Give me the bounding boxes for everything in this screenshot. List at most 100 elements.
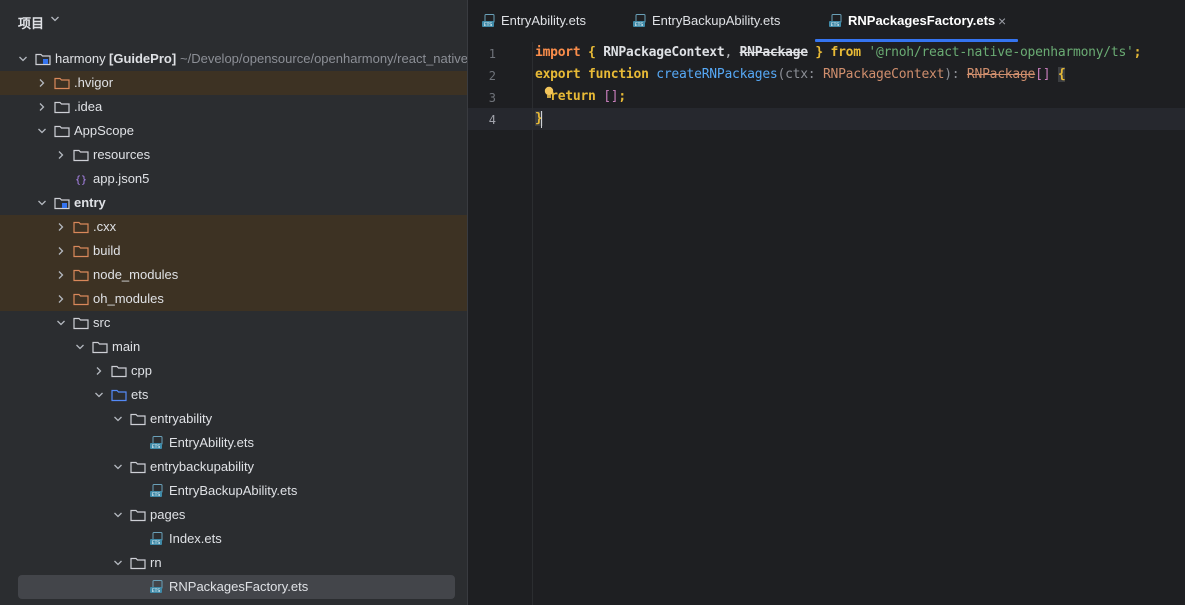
line-number: 2 <box>488 69 496 83</box>
tree-row[interactable]: .cxx <box>0 215 467 239</box>
folder-icon <box>73 149 89 162</box>
ets-file-icon: ETS <box>150 436 163 450</box>
chevron-down-icon[interactable] <box>50 14 60 24</box>
tree-item-label: RNPackagesFactory.ets <box>169 579 309 594</box>
editor: ETS EntryAbility.ets ETS EntryBackupAbil… <box>468 0 1185 605</box>
close-tab-icon[interactable]: × <box>998 0 1006 42</box>
panel-title[interactable]: 项目 <box>18 13 44 32</box>
tree-row[interactable]: harmony [GuidePro] ~/Develop/opensource/op… <box>0 47 467 71</box>
folder-icon <box>130 557 146 570</box>
active-tab-indicator <box>815 39 1018 42</box>
tree-row[interactable]: AppScope <box>0 119 467 143</box>
ets-file-icon: ETS <box>633 14 646 28</box>
line-number: 4 <box>488 113 496 127</box>
folder-icon <box>54 101 70 114</box>
folder-icon <box>130 461 146 474</box>
semicolon: ; <box>1133 45 1142 60</box>
tree-item-label: harmony <box>55 51 106 66</box>
excluded-folder-icon <box>73 269 89 282</box>
chevron-down-icon[interactable] <box>113 462 123 472</box>
brace: { <box>580 45 604 60</box>
chevron-right-icon[interactable] <box>37 102 47 112</box>
folder-icon <box>130 509 146 522</box>
chevron-right-icon[interactable] <box>56 222 66 232</box>
tree-row[interactable]: entrybackupability <box>0 455 467 479</box>
chevron-down-icon[interactable] <box>75 342 85 352</box>
tree-row[interactable]: entryability <box>0 407 467 431</box>
code-line-2[interactable]: export function createRNPackages(ctx: RN… <box>535 67 1066 82</box>
tree-row[interactable]: rn <box>0 551 467 575</box>
ets-file-icon: ETS <box>150 484 163 498</box>
svg-text:ETS: ETS <box>152 540 161 546</box>
tree-row[interactable]: cpp <box>0 359 467 383</box>
tree-item-label: app.json5 <box>93 171 150 186</box>
tree-row[interactable]: oh_modules <box>0 287 467 311</box>
folder-icon <box>130 413 146 426</box>
keyword-export: export <box>535 67 581 82</box>
chevron-down-icon[interactable] <box>113 414 123 424</box>
chevron-down-icon[interactable] <box>113 510 123 520</box>
import-name: RNPackageContext <box>603 45 725 60</box>
tree-row[interactable]: ETS RNPackagesFactory.ets <box>0 575 467 599</box>
tree-row[interactable]: pages <box>0 503 467 527</box>
svg-text:ETS: ETS <box>635 22 644 28</box>
tree-row[interactable]: resources <box>0 143 467 167</box>
folder-icon <box>73 317 89 330</box>
chevron-down-icon[interactable] <box>18 54 28 64</box>
tree-row[interactable]: ETS Index.ets <box>0 527 467 551</box>
tree-item-label: cpp <box>131 363 152 378</box>
lightbulb-icon[interactable] <box>543 86 555 100</box>
excluded-folder-icon <box>54 77 70 90</box>
chevron-down-icon[interactable] <box>56 318 66 328</box>
module-folder-icon <box>54 197 70 210</box>
chevron-right-icon[interactable] <box>56 246 66 256</box>
tree-row[interactable]: ets <box>0 383 467 407</box>
array-brackets: [] <box>1035 67 1051 82</box>
tree-row[interactable]: src <box>0 311 467 335</box>
folder-icon <box>111 365 127 378</box>
chevron-right-icon[interactable] <box>37 78 47 88</box>
tree-row[interactable]: .idea <box>0 95 467 119</box>
tree-row[interactable]: ETS EntryBackupAbility.ets <box>0 479 467 503</box>
tree-row[interactable]: node_modules <box>0 263 467 287</box>
chevron-down-icon[interactable] <box>37 198 47 208</box>
chevron-right-icon[interactable] <box>56 150 66 160</box>
source-folder-icon <box>111 389 127 402</box>
module-folder-icon <box>35 53 51 66</box>
comma: , <box>724 45 740 60</box>
tree-item-label: oh_modules <box>93 291 164 306</box>
tree-item-label: Index.ets <box>169 531 222 546</box>
keyword-return: return <box>550 89 596 104</box>
chevron-right-icon[interactable] <box>56 294 66 304</box>
excluded-folder-icon <box>73 293 89 306</box>
panel-header: 项目 <box>0 0 467 42</box>
code-line-1[interactable]: import { RNPackageContext, RNPackage } f… <box>535 45 1141 60</box>
text-caret <box>541 111 542 128</box>
tree-item-label: pages <box>150 507 186 522</box>
tree-item-label: entrybackupability <box>150 459 255 474</box>
chevron-right-icon[interactable] <box>94 366 104 376</box>
tree-row[interactable]: {} app.json5 <box>0 167 467 191</box>
tab-label: EntryBackupAbility.ets <box>652 13 781 28</box>
tree-row[interactable]: ETS EntryAbility.ets <box>0 431 467 455</box>
project-path-label: ~/Develop/opensource/openharmony/react_n… <box>180 51 467 66</box>
tab-label: RNPackagesFactory.ets <box>848 13 996 28</box>
tree-item-label: src <box>93 315 111 330</box>
tree-row[interactable]: main <box>0 335 467 359</box>
chevron-down-icon[interactable] <box>37 126 47 136</box>
gutter-divider <box>532 42 533 605</box>
parameter: ctx <box>785 67 808 82</box>
tree-row[interactable]: build <box>0 239 467 263</box>
tree-item-label: .cxx <box>93 219 117 234</box>
tree-row[interactable]: entry <box>0 191 467 215</box>
tree-row[interactable]: .hvigor <box>0 71 467 95</box>
semicolon: ; <box>618 89 626 104</box>
return-type: RNPackage <box>966 67 1036 82</box>
chevron-right-icon[interactable] <box>56 270 66 280</box>
keyword-from: from <box>830 45 862 60</box>
chevron-down-icon[interactable] <box>94 390 104 400</box>
tree-item-label: ets <box>131 387 149 402</box>
keyword-import: import <box>535 45 581 60</box>
chevron-down-icon[interactable] <box>113 558 123 568</box>
